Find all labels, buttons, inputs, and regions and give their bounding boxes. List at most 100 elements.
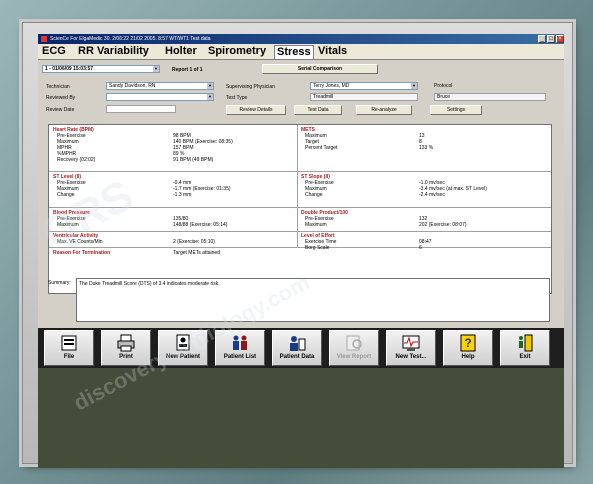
technician-label: Technician — [46, 84, 70, 90]
bp-label: Maximum — [57, 222, 79, 228]
physician-label: Supervising Physician — [226, 84, 275, 90]
new-patient-icon — [176, 334, 190, 351]
minimize-icon[interactable]: _ — [538, 35, 546, 43]
mets-value: 133 % — [419, 145, 434, 151]
effort-section: Level of Effort Exercise Time 08:47 Borg… — [301, 233, 547, 251]
printer-file-icon — [61, 335, 77, 351]
patient-list-label: Patient List — [223, 354, 257, 360]
protocol-field: Bruce — [434, 93, 546, 101]
patient-list-button[interactable]: Patient List — [215, 330, 265, 366]
ve-label: Max. VE Counts/Min — [57, 239, 103, 245]
mets-label: Percent Target — [305, 145, 338, 151]
test-selector-value: 1 - 01/06/09 15:03:57 — [45, 66, 94, 72]
test-selector[interactable]: 1 - 01/06/09 15:03:57 ▼ — [42, 65, 160, 73]
double-product-section: Double Product/100 Pre-Exercise 132 Maxi… — [301, 210, 547, 228]
review-date-field[interactable] — [106, 105, 176, 113]
new-patient-button[interactable]: New Patient — [158, 330, 208, 366]
maximize-icon[interactable]: □ — [547, 35, 555, 43]
chevron-down-icon: ▼ — [207, 94, 213, 100]
st-slope-value: -2.4 mv/sec — [419, 192, 445, 198]
bp-value: 148/88 (Exercise: 05:14) — [173, 222, 228, 228]
view-report-label: View Report — [336, 354, 372, 360]
st-slope-section: ST Slope (II) Pre-Exercise -1.0 mv/sec M… — [301, 174, 547, 198]
column-divider — [297, 125, 298, 247]
hr-label: Recovery (02:02) — [57, 157, 96, 163]
empty-workspace — [38, 368, 564, 468]
view-report-icon — [346, 335, 362, 351]
st-level-section: ST Level (II) Pre-Exercise -0.4 mm Maxim… — [53, 174, 293, 198]
termination-title: Reason For Termination — [53, 250, 111, 256]
tab-stress[interactable]: Stress — [274, 45, 314, 59]
protocol-label: Protocol — [434, 83, 453, 89]
st-level-label: Change — [57, 192, 75, 198]
tab-rr-variability[interactable]: RR Variability — [78, 45, 149, 58]
exit-button[interactable]: Exit — [500, 330, 550, 366]
settings-button[interactable]: Settings — [430, 105, 482, 115]
ve-value: 2 (Exercise: 05:10) — [173, 239, 215, 245]
help-button[interactable]: ? Help — [443, 330, 493, 366]
test-type-label: Test Type — [226, 95, 248, 101]
dp-label: Maximum — [305, 222, 327, 228]
tab-spirometry[interactable]: Spirometry — [208, 45, 266, 58]
print-label: Print — [119, 354, 133, 360]
termination-section: Reason For Termination Target METs attai… — [53, 250, 547, 256]
technician-select[interactable]: Sandy Davidson, RN ▼ — [106, 82, 214, 90]
tab-vitals[interactable]: Vitals — [318, 45, 347, 58]
row-divider — [49, 207, 551, 208]
termination-value: Target METs attained — [173, 250, 220, 256]
heart-rate-section: Heart Rate (BPM) Pre-Exercise 98 BPM Max… — [53, 127, 293, 171]
new-test-label: New Test... — [395, 354, 427, 360]
summary-field[interactable]: The Duke Treadmill Score (DTS) of 3.4 in… — [76, 278, 550, 322]
st-slope-label: Change — [305, 192, 323, 198]
new-test-button[interactable]: New Test... — [386, 330, 436, 366]
file-button[interactable]: File — [44, 330, 94, 366]
file-label: File — [63, 354, 75, 360]
app-icon — [41, 36, 47, 42]
tab-holter[interactable]: Holter — [165, 45, 197, 58]
help-icon: ? — [460, 334, 476, 352]
blood-pressure-section: Blood Pressure Pre-Exercise 135/80 Maxim… — [53, 210, 293, 228]
st-level-value: -1.3 mm — [173, 192, 192, 198]
mets-section: METS Maximum 13 Target 8 Percent Target … — [301, 127, 547, 171]
row-divider — [49, 247, 551, 248]
re-analyze-button[interactable]: Re-analyze — [356, 105, 412, 115]
physician-value: Terry Jones, MD — [313, 83, 350, 89]
technician-value: Sandy Davidson, RN — [109, 83, 156, 89]
exit-label: Exit — [519, 354, 531, 360]
review-date-label: Review Date — [46, 107, 75, 113]
print-button[interactable]: Print — [101, 330, 151, 366]
exit-icon — [519, 334, 533, 352]
reviewed-by-label: Reviewed By — [46, 95, 76, 101]
module-tabs: ECG RR Variability Holter Spirometry Str… — [38, 44, 564, 60]
results-panel: Heart Rate (BPM) Pre-Exercise 98 BPM Max… — [48, 124, 552, 294]
serial-comparison-button[interactable]: Serial Comparison — [262, 64, 378, 74]
help-label: Help — [461, 354, 475, 360]
patient-data-icon — [290, 336, 306, 351]
hr-value: 91 BPM (49 BPM) — [173, 157, 214, 163]
chevron-down-icon: ▼ — [207, 83, 213, 89]
main-toolbar: File Print New Patient Patient List Pati… — [38, 328, 564, 368]
view-report-button[interactable]: View Report — [329, 330, 379, 366]
close-icon[interactable]: × — [556, 35, 564, 43]
patient-data-label: Patient Data — [279, 354, 315, 360]
test-type-field: Treadmill — [310, 93, 418, 101]
chevron-down-icon: ▼ — [411, 83, 417, 89]
physician-select[interactable]: Terry Jones, MD ▼ — [310, 82, 418, 90]
new-patient-label: New Patient — [165, 354, 200, 360]
title-bar: ScienCe For ElgaMedic 30. 2/06:22 21/02 … — [38, 34, 564, 44]
ventricular-section: Ventricular Activity Max. VE Counts/Min … — [53, 233, 293, 245]
printer-icon — [117, 334, 135, 352]
test-data-button[interactable]: Test Data — [294, 105, 342, 115]
app-window: ScienCe For ElgaMedic 30. 2/06:22 21/02 … — [38, 34, 564, 468]
dp-value: 202 (Exercise: 08:07) — [419, 222, 467, 228]
svg-text:?: ? — [464, 336, 471, 350]
review-details-button[interactable]: Review Details — [226, 105, 286, 115]
summary-label: Summary: — [48, 280, 71, 286]
patient-data-button[interactable]: Patient Data — [272, 330, 322, 366]
patient-list-icon — [233, 335, 247, 350]
row-divider — [49, 231, 551, 232]
reviewed-by-select[interactable]: ▼ — [106, 93, 214, 101]
tab-ecg[interactable]: ECG — [42, 45, 66, 58]
new-test-icon — [402, 335, 420, 351]
chevron-down-icon: ▼ — [153, 66, 159, 72]
